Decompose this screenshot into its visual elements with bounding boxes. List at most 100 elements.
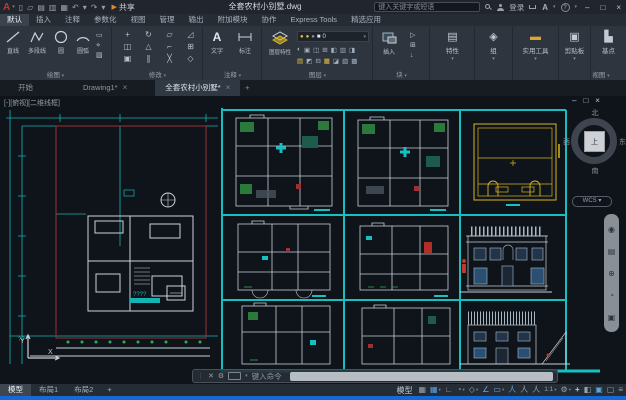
layer-tool-icon[interactable]: ▣: [304, 46, 310, 54]
orbit-icon[interactable]: ◔: [609, 291, 614, 300]
ortho-mode-toggle[interactable]: ∟: [445, 384, 453, 396]
layer-tool-icon[interactable]: ◨: [349, 46, 355, 54]
undo-dropdown-icon[interactable]: ▾: [83, 3, 87, 12]
properties-dropdown-icon[interactable]: ▾: [451, 56, 454, 62]
layout-tab-model[interactable]: 模型: [0, 384, 31, 396]
offset-tool-icon[interactable]: ∥: [138, 54, 159, 66]
redo-dropdown-icon[interactable]: ▾: [101, 3, 105, 12]
redo-icon[interactable]: ↷: [91, 3, 98, 12]
ribbon-tab-featured-apps[interactable]: 精选应用: [344, 14, 388, 26]
selected-text-block[interactable]: [130, 298, 160, 303]
isolate-objects-button[interactable]: ◧: [584, 384, 592, 396]
file-tab-drawing1[interactable]: Drawing1* ×: [73, 80, 137, 96]
file-tab-active-drawing[interactable]: 全套农村小别墅* ×: [155, 80, 240, 96]
panel-properties[interactable]: ▤ 特性 ▾: [431, 26, 475, 80]
drawing-restore-button[interactable]: □: [583, 96, 588, 105]
ribbon-tab-manage[interactable]: 管理: [153, 14, 182, 26]
command-customize-icon[interactable]: ⚙: [218, 372, 224, 380]
close-tab-icon[interactable]: ×: [123, 80, 128, 96]
viewcube-north-label[interactable]: 北: [566, 108, 624, 118]
polyline-tool[interactable]: 多段线: [24, 30, 50, 55]
customization-menu-button[interactable]: ≡: [618, 384, 623, 396]
layout-tab-layout2[interactable]: 布局2: [66, 384, 101, 396]
move-tool-icon[interactable]: +: [117, 30, 138, 42]
layer-on-bulb-icon[interactable]: ●: [300, 34, 304, 40]
plot-icon[interactable]: ▦: [60, 3, 68, 12]
command-grip[interactable]: ⋮: [197, 372, 204, 380]
maximize-button[interactable]: □: [597, 3, 608, 12]
autodesk-a-icon[interactable]: A: [542, 3, 548, 12]
annotation-visibility-toggle[interactable]: 人: [508, 384, 516, 396]
layer-tool-icon[interactable]: ⊞: [322, 46, 327, 54]
command-close-icon[interactable]: ✕: [208, 372, 214, 380]
model-space-toggle[interactable]: 模型: [396, 385, 412, 396]
drawing-canvas[interactable]: ???? ??: [0, 96, 626, 384]
command-dropdown-icon[interactable]: ▾: [245, 373, 248, 379]
erase-tool-icon[interactable]: ◿: [180, 30, 201, 42]
layer-tool-icon[interactable]: ▩: [351, 57, 357, 65]
close-tab-icon[interactable]: ×: [226, 80, 231, 96]
ribbon-tab-addins[interactable]: 附加模块: [211, 14, 255, 26]
array-tool-icon[interactable]: ⊞: [180, 42, 201, 54]
file-tab-start[interactable]: 开始: [8, 80, 43, 96]
layer-tool-icon[interactable]: ▥: [340, 46, 346, 54]
layer-tool-icon[interactable]: ◫: [313, 46, 319, 54]
annotation-scale-value[interactable]: 1:1▾: [544, 384, 556, 396]
rotate-tool-icon[interactable]: ↻: [138, 30, 159, 42]
help-dropdown-icon[interactable]: ▾: [575, 4, 578, 10]
recent-commands-icon[interactable]: [228, 372, 241, 380]
ellipse-tool-icon[interactable]: ⋄: [96, 41, 103, 50]
viewcube-east-label[interactable]: 东: [619, 137, 626, 147]
ribbon-tab-output[interactable]: 输出: [182, 14, 211, 26]
showmotion-icon[interactable]: ▣: [608, 313, 616, 322]
block-attributes-icon[interactable]: ↓: [410, 51, 416, 60]
search-input[interactable]: [374, 2, 480, 12]
new-layout-button[interactable]: +: [101, 384, 117, 396]
layer-tool-icon[interactable]: ⊟: [315, 57, 320, 65]
layer-tool-icon[interactable]: ◧: [331, 46, 337, 54]
polar-tracking-toggle[interactable]: ◔▾: [457, 384, 465, 396]
zoom-icon[interactable]: ⊕: [608, 269, 615, 278]
minimize-button[interactable]: –: [582, 3, 592, 12]
close-button[interactable]: ×: [613, 3, 624, 12]
layer-dropdown-icon[interactable]: ▾: [363, 34, 366, 40]
text-tool[interactable]: A 文字: [204, 30, 230, 55]
object-snap-tracking-toggle[interactable]: ∠: [482, 384, 489, 396]
grid-display-toggle[interactable]: ▦: [418, 384, 426, 396]
new-drawing-tab-button[interactable]: +: [240, 80, 254, 96]
drawing-area[interactable]: ???? ??: [0, 96, 626, 384]
app-menu-dropdown-icon[interactable]: ▾: [12, 4, 15, 10]
open-file-icon[interactable]: ▱: [27, 3, 33, 12]
layer-tool-icon[interactable]: ▧: [342, 57, 348, 65]
viewcube-south-label[interactable]: 南: [566, 166, 624, 176]
command-line[interactable]: ⋮ ✕ ⚙ ▾ 键入命令: [192, 369, 558, 383]
fillet-tool-icon[interactable]: ⌐: [159, 42, 180, 54]
layer-tool-icon[interactable]: ◩: [306, 57, 312, 65]
groups-dropdown-icon[interactable]: ▾: [492, 56, 495, 62]
drawing-close-button[interactable]: ×: [595, 96, 600, 105]
scale-tool-icon[interactable]: ◇: [180, 54, 201, 66]
panel-modify-label[interactable]: 修改 ▾: [113, 69, 202, 79]
panel-utilities[interactable]: ▬ 实用工具 ▾: [513, 26, 559, 80]
layer-freeze-icon[interactable]: ●: [306, 34, 310, 40]
share-button[interactable]: ▶ 共享: [111, 2, 134, 13]
new-file-icon[interactable]: ▯: [19, 3, 23, 12]
app-logo-icon[interactable]: A: [3, 2, 10, 13]
insert-block-button[interactable]: 插入: [376, 30, 402, 56]
block-create-icon[interactable]: ⊞: [410, 41, 416, 50]
line-tool[interactable]: 直线: [0, 30, 26, 55]
save-icon[interactable]: ▤: [37, 3, 45, 12]
utilities-dropdown-icon[interactable]: ▾: [534, 56, 537, 62]
hatch-tool-icon[interactable]: ▨: [96, 51, 103, 60]
block-edit-icon[interactable]: ▷: [410, 31, 416, 40]
navigation-wheel-icon[interactable]: ◉: [608, 225, 615, 234]
ribbon-tab-collaborate[interactable]: 协作: [255, 14, 284, 26]
clean-screen-toggle[interactable]: ▢: [607, 384, 615, 396]
layer-select-dropdown[interactable]: ● ● ● ■ 0 ▾: [297, 31, 369, 42]
panel-block-label[interactable]: 块 ▾: [374, 69, 429, 79]
pan-icon[interactable]: ▤: [608, 247, 616, 256]
command-input-placeholder[interactable]: 键入命令: [252, 371, 282, 382]
annotation-scale-button[interactable]: 人: [532, 384, 540, 396]
search-icon[interactable]: [485, 4, 492, 11]
viewcube-west-label[interactable]: 西: [563, 137, 570, 147]
